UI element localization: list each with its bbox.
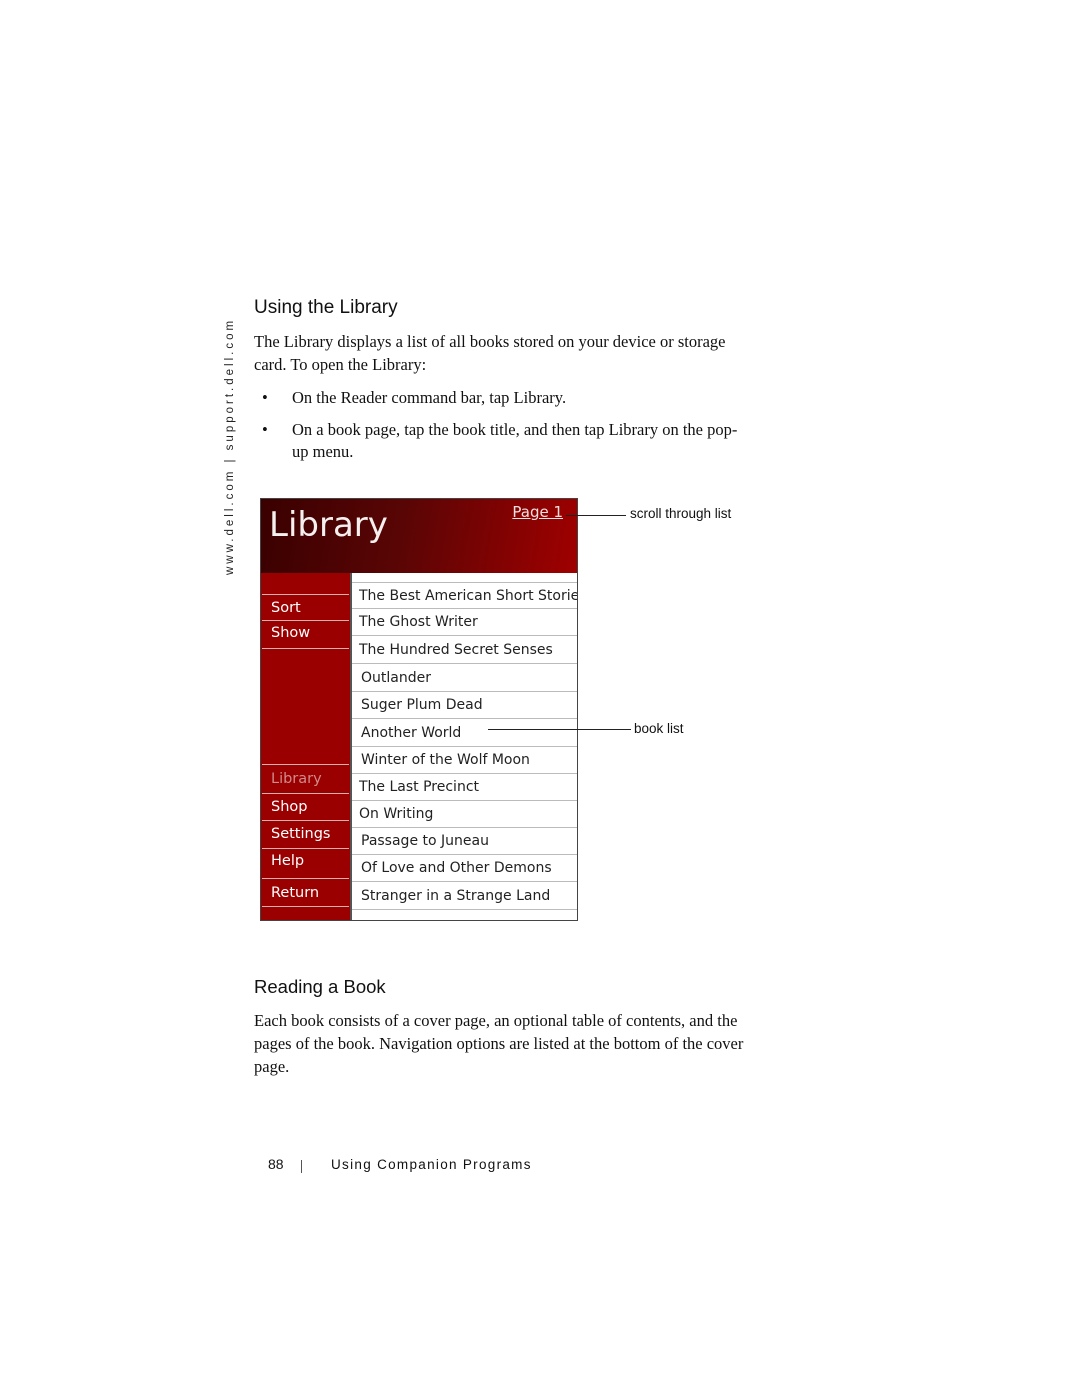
book-list-item[interactable]: The Hundred Secret Senses <box>352 635 577 663</box>
bullet-text-cont: up menu. <box>292 442 354 461</box>
book-list-item[interactable]: Winter of the Wolf Moon <box>352 746 577 773</box>
intro-paragraph: The Library displays a list of all books… <box>254 330 799 376</box>
book-list-item[interactable]: Suger Plum Dead <box>352 691 577 718</box>
callout-line-scroll <box>566 515 626 516</box>
intro-line-2: card. To open the Library: <box>254 355 427 374</box>
list-divider <box>352 909 577 910</box>
bullet-item: • On a book page, tap the book title, an… <box>262 419 802 463</box>
bullet-icon: • <box>262 420 268 439</box>
reading-line-2: pages of the book. Navigation options ar… <box>254 1034 744 1053</box>
menu-divider <box>262 906 349 907</box>
book-list-item[interactable]: Of Love and Other Demons <box>352 854 577 881</box>
menu-item-settings[interactable]: Settings <box>262 820 349 848</box>
callout-scroll-through-list: scroll through list <box>630 506 732 521</box>
book-list-item[interactable]: The Best American Short Stories <box>352 582 577 608</box>
library-screenshot: Library Page 1 Sort Show Library Shop Se… <box>260 498 578 921</box>
footer-divider <box>301 1160 302 1173</box>
command-menu: Sort Show Library Shop Settings Help Ret… <box>261 573 350 920</box>
book-list: The Best American Short Stories The Ghost… <box>350 573 577 920</box>
book-list-item[interactable]: On Writing <box>352 800 577 827</box>
book-list-item[interactable]: The Last Precinct <box>352 773 577 800</box>
menu-item-sort[interactable]: Sort <box>262 594 349 620</box>
page-link[interactable]: Page 1 <box>512 503 563 521</box>
book-list-item[interactable]: Stranger in a Strange Land <box>352 881 577 909</box>
reading-paragraph: Each book consists of a cover page, an o… <box>254 1009 799 1078</box>
library-banner: Library Page 1 <box>261 499 577 573</box>
section-heading-reading-book: Reading a Book <box>254 976 386 997</box>
menu-item-show[interactable]: Show <box>262 620 349 648</box>
menu-item-library[interactable]: Library <box>262 764 349 793</box>
library-title: Library <box>269 505 388 545</box>
reading-line-1: Each book consists of a cover page, an o… <box>254 1011 738 1030</box>
page-number: 88 <box>268 1156 284 1172</box>
menu-item-shop[interactable]: Shop <box>262 793 349 820</box>
intro-line-1: The Library displays a list of all books… <box>254 332 726 351</box>
menu-divider <box>262 648 349 649</box>
menu-item-help[interactable]: Help <box>262 848 349 878</box>
chapter-title: Using Companion Programs <box>331 1157 532 1172</box>
section-heading-using-library: Using the Library <box>254 297 398 318</box>
callout-line-booklist <box>488 729 631 730</box>
book-list-item[interactable]: The Ghost Writer <box>352 608 577 635</box>
sidebar-url: www.dell.com | support.dell.com <box>224 317 236 575</box>
book-list-item[interactable]: Another World <box>352 718 577 746</box>
bullet-text: On the Reader command bar, tap Library. <box>292 388 567 407</box>
callout-book-list: book list <box>634 721 684 736</box>
reading-line-3: page. <box>254 1057 290 1076</box>
book-list-item[interactable]: Passage to Juneau <box>352 827 577 854</box>
book-list-item[interactable]: Outlander <box>352 663 577 691</box>
bullet-item: • On the Reader command bar, tap Library… <box>262 387 802 409</box>
bullet-text: On a book page, tap the book title, and … <box>292 420 738 439</box>
menu-item-return[interactable]: Return <box>262 878 349 906</box>
bullet-icon: • <box>262 388 268 407</box>
